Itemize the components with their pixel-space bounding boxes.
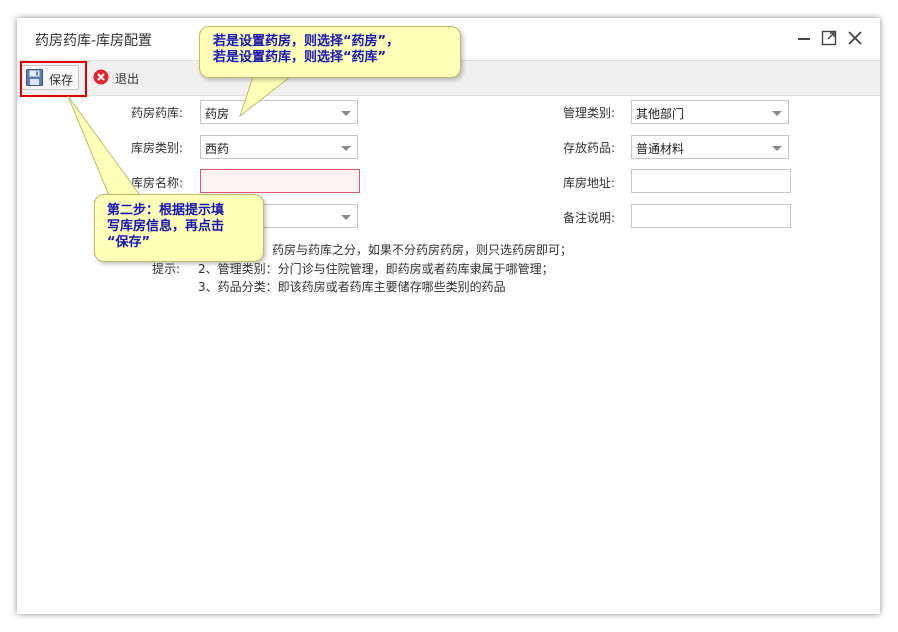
- callout-select-type: 若是设置药房，则选择“药房”， 若是设置药库，则选择“药库”: [199, 26, 461, 78]
- callout-step-two-line3: “保存”: [107, 235, 151, 250]
- callout-step-two-line2: 写库房信息，再点击: [107, 219, 225, 234]
- callout-pointers: [67, 76, 292, 199]
- callout-step-two: 第二步：根据提示填 写库房信息，再点击 “保存”: [94, 194, 264, 262]
- callout-select-type-line1: 若是设置药房，则选择“药房”，: [213, 34, 400, 49]
- callout-step-two-line1: 第二步：根据提示填: [107, 203, 225, 218]
- callout-select-type-line2: 若是设置药库，则选择“药库”: [213, 50, 387, 65]
